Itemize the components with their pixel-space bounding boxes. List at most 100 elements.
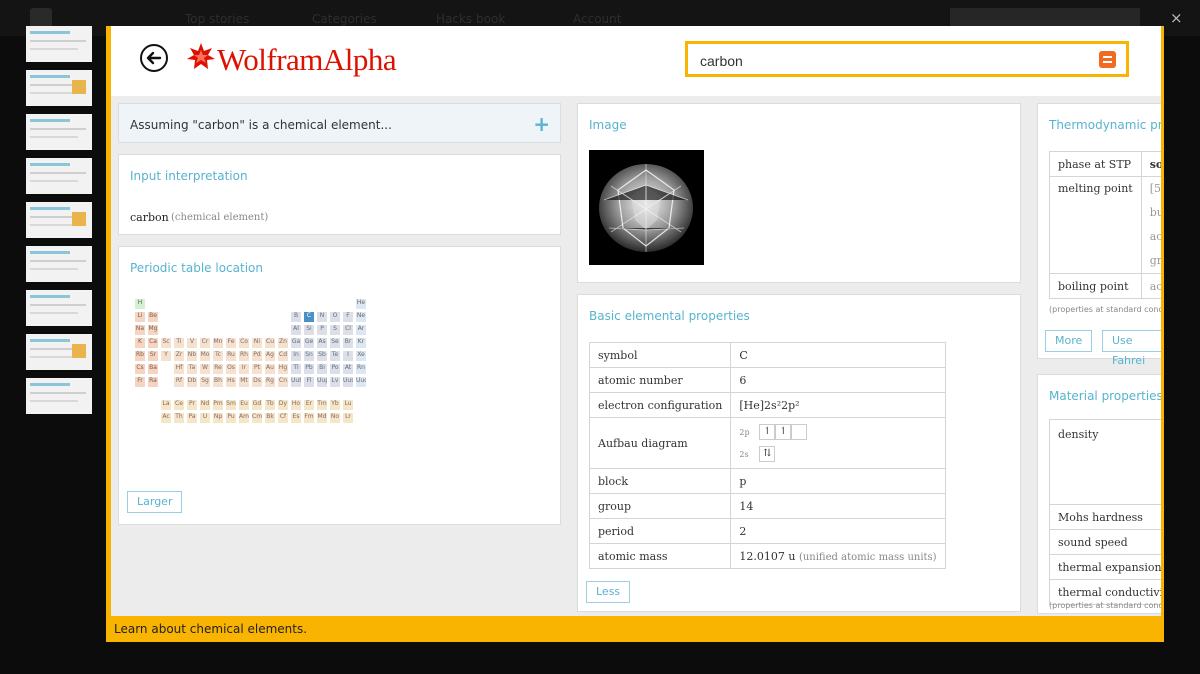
element-cell-sn: Sn (304, 351, 314, 361)
orbital-box (791, 424, 808, 440)
element-cell-xe: Xe (356, 351, 366, 361)
property-label: block (588, 468, 732, 494)
bg-nav-item: Account (573, 12, 622, 26)
orbital-box: ↿ (775, 424, 792, 440)
slide-thumbnail[interactable] (26, 26, 92, 62)
interpretation-value: carbon (130, 211, 169, 224)
element-cell-p: P (317, 325, 327, 335)
close-icon[interactable]: × (1170, 9, 1183, 27)
property-label: period (588, 518, 732, 544)
property-value: p (730, 468, 946, 494)
assumption-pod[interactable]: Assuming "carbon" is a chemical element.… (118, 103, 561, 143)
element-cell-no: No (330, 413, 340, 423)
wolfram-content: WolframAlpha Assuming "carbon" is a chem… (111, 26, 1161, 616)
table-row: group 14 (588, 493, 946, 519)
element-cell-cd: Cd (278, 351, 288, 361)
expand-plus-icon[interactable]: + (533, 112, 550, 136)
element-cell-y: Y (161, 351, 171, 361)
element-cell-ti: Ti (174, 338, 184, 348)
element-cell-at: At (343, 364, 353, 374)
element-cell-ce: Ce (174, 400, 184, 410)
element-cell-s: S (330, 325, 340, 335)
element-cell-mo: Mo (200, 351, 210, 361)
back-button[interactable] (140, 44, 168, 72)
slide-thumbnail[interactable] (26, 290, 92, 326)
thermodynamic-pod: Thermodynamic pro phase at STP solic mel… (1037, 103, 1161, 367)
property-label: melting point (1049, 176, 1142, 274)
element-cell-er: Er (304, 400, 314, 410)
element-cell-cr: Cr (200, 338, 210, 348)
element-cell-tb: Tb (265, 400, 275, 410)
element-cell-na: Na (135, 325, 145, 335)
property-value: C (730, 342, 946, 368)
element-cell-cf: Cf (278, 413, 288, 423)
table-row: atomic number 6 (588, 367, 946, 393)
element-cell-lu: Lu (343, 400, 353, 410)
element-cell-pm: Pm (213, 400, 223, 410)
search-submit-icon[interactable] (1099, 51, 1116, 68)
element-cell-sm: Sm (226, 400, 236, 410)
element-cell-pu: Pu (226, 413, 236, 423)
slide-thumbnail[interactable] (26, 334, 92, 370)
search-input[interactable] (698, 50, 1082, 72)
element-cell-h: H (135, 299, 145, 309)
search-bar (685, 41, 1129, 77)
property-label: group (588, 493, 732, 519)
element-cell-md: Md (317, 413, 327, 423)
thumbnail-strip (26, 26, 92, 422)
assumption-text: Assuming "carbon" is a chemical element.… (130, 118, 392, 132)
element-cell-o: O (330, 312, 340, 322)
property-label: Aufbau diagram (588, 417, 732, 469)
slide-thumbnail[interactable] (26, 114, 92, 150)
property-label: phase at STP (1049, 151, 1142, 177)
element-cell-nd: Nd (200, 400, 210, 410)
slide-thumbnail[interactable] (26, 246, 92, 282)
property-value: 12.0107 u (unified atomic mass units) (730, 543, 946, 569)
element-cell-es: Es (291, 413, 301, 423)
slide-thumbnail[interactable] (26, 202, 92, 238)
use-fahrenheit-button[interactable]: Use Fahrei (1102, 330, 1161, 367)
table-row: electron configuration [He]2s²2p² (588, 392, 946, 418)
wolfram-modal: WolframAlpha Assuming "carbon" is a chem… (106, 26, 1164, 642)
element-cell-ga: Ga (291, 338, 301, 348)
element-cell-in: In (291, 351, 301, 361)
pod-title: Image (589, 118, 627, 132)
material-table: density Mohs hardness sound speed therma… (1049, 419, 1161, 605)
element-cell-li: Li (135, 312, 145, 322)
element-cell-al: Al (291, 325, 301, 335)
element-cell-cs: Cs (135, 364, 145, 374)
orbital-box: ⇅ (759, 446, 776, 462)
element-cell-uuo: Uuo (356, 377, 366, 387)
basic-properties-table: symbol C atomic number 6 electron config… (588, 342, 946, 569)
element-cell-hg: Hg (278, 364, 288, 374)
element-cell-be: Be (148, 312, 158, 322)
property-label: atomic number (588, 367, 732, 393)
element-cell-k: K (135, 338, 145, 348)
table-row: melting point [5,6 buck activ grap (1049, 176, 1161, 274)
element-cell-rb: Rb (135, 351, 145, 361)
slide-thumbnail[interactable] (26, 378, 92, 414)
property-value: [He]2s²2p² (730, 392, 946, 418)
element-cell-th: Th (174, 413, 184, 423)
table-row: density (1049, 419, 1161, 505)
less-button[interactable]: Less (586, 581, 631, 603)
slide-thumbnail[interactable] (26, 70, 92, 106)
slide-thumbnail[interactable] (26, 158, 92, 194)
element-cell-dy: Dy (278, 400, 288, 410)
thermodynamic-table: phase at STP solic melting point [5,6 bu… (1049, 151, 1161, 299)
property-label: density (1049, 419, 1161, 505)
element-cell-os: Os (226, 364, 236, 374)
background-search (950, 8, 1140, 28)
more-button[interactable]: More (1045, 330, 1093, 352)
property-value: solic (1140, 151, 1161, 177)
element-cell-eu: Eu (239, 400, 249, 410)
element-cell-v: V (187, 338, 197, 348)
properties-note: (properties at standard cond (1049, 305, 1161, 314)
table-row: thermal expansion (1049, 554, 1161, 580)
element-cell-pb: Pb (304, 364, 314, 374)
larger-button[interactable]: Larger (127, 491, 183, 513)
element-cell-pd: Pd (252, 351, 262, 361)
interpretation-qualifier: (chemical element) (171, 212, 269, 223)
element-cell-cl: Cl (343, 325, 353, 335)
header: WolframAlpha (111, 26, 1161, 96)
